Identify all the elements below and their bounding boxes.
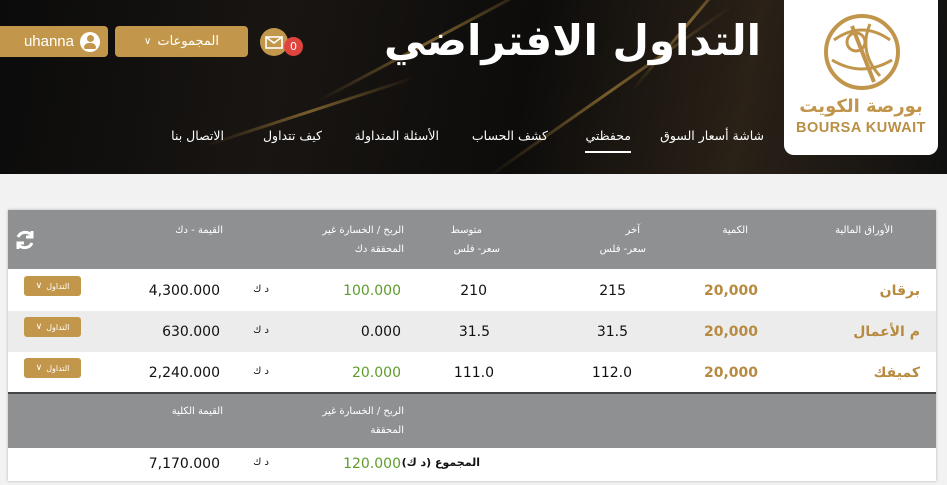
boursa-logo[interactable]: بورصة الكويت BOURSA KUWAIT (784, 0, 938, 155)
col-unrealized-pl-unit: المحققة دك (354, 244, 404, 255)
col-last-price: آخر (625, 225, 640, 236)
nav-faq[interactable]: الأسئلة المتداولة (354, 128, 439, 143)
col-value: القيمة - دك (175, 225, 223, 236)
total-value: 7,170.000 (148, 456, 220, 472)
logo-english-text: BOURSA KUWAIT (795, 120, 926, 136)
user-menu-button[interactable]: uhanna (0, 26, 108, 57)
market-value: 2,240.000 (148, 365, 220, 381)
col-avg-price: متوسط (450, 225, 482, 236)
totals-label: المجموع (د ك) (401, 456, 480, 469)
currency-label: د ك (253, 284, 269, 295)
username-label: uhanna (23, 33, 74, 50)
last-price-value: 215 (599, 283, 626, 299)
security-name[interactable]: كميفك (874, 365, 920, 381)
avg-price-value: 210 (460, 283, 487, 299)
unread-count-badge: 0 (284, 37, 303, 56)
last-price-value: 112.0 (591, 365, 632, 381)
col-quantity: الكمية (722, 225, 748, 236)
col-last-price-unit: سعر- فلس (599, 244, 646, 255)
trade-button-label: التداول (46, 363, 70, 373)
table-row: برقان 20,000 215 210 100.000 د ك 4,300.0… (8, 270, 936, 311)
table-row: م الأعمال 20,000 31.5 31.5 0.000 د ك 630… (8, 311, 936, 352)
table-header: الأوراق المالية الكمية آخر سعر- فلس متوس… (8, 210, 936, 269)
currency-label: د ك (253, 457, 269, 468)
trade-dropdown-button[interactable]: ∨ التداول (24, 276, 81, 296)
nav-market-prices[interactable]: شاشة أسعار السوق (660, 128, 764, 143)
unrealized-pl-value: 100.000 (343, 283, 401, 299)
unrealized-pl-value: 0.000 (360, 324, 401, 340)
chevron-down-icon: ∨ (35, 281, 43, 291)
avg-price-value: 111.0 (453, 365, 494, 381)
quantity-value: 20,000 (703, 324, 758, 340)
avg-price-value: 31.5 (458, 324, 490, 340)
site-header: بورصة الكويت BOURSA KUWAIT التداول الافت… (0, 0, 947, 174)
nav-how-to-trade[interactable]: كيف تتداول (263, 128, 322, 143)
market-value: 630.000 (162, 324, 220, 340)
market-value: 4,300.000 (148, 283, 220, 299)
total-unrealized-pl: 120.000 (343, 456, 401, 472)
table-row: كميفك 20,000 112.0 111.0 20.000 د ك 2,24… (8, 352, 936, 393)
logo-arabic-text: بورصة الكويت (799, 96, 923, 117)
trade-button-label: التداول (46, 322, 70, 332)
chevron-down-icon: ∨ (144, 36, 152, 47)
nav-account-statement[interactable]: كشف الحساب (472, 128, 548, 143)
trade-button-label: التداول (46, 281, 70, 291)
security-name[interactable]: برقان (880, 283, 920, 299)
boursa-emblem-icon (824, 14, 900, 90)
nav-contact-us[interactable]: الاتصال بنا (171, 128, 224, 143)
totals-row: المجموع (د ك) 120.000 د ك 7,170.000 (8, 448, 936, 481)
currency-label: د ك (253, 366, 269, 377)
trade-dropdown-button[interactable]: ∨ التداول (24, 317, 81, 337)
chevron-down-icon: ∨ (35, 322, 43, 332)
chevron-down-icon: ∨ (35, 363, 43, 373)
page-title: التداول الافتراضي (383, 16, 761, 65)
envelope-icon (265, 35, 283, 49)
portfolio-table: الأوراق المالية الكمية آخر سعر- فلس متوس… (8, 210, 936, 481)
col-avg-price-unit: سعر- فلس (453, 244, 500, 255)
col-security: الأوراق المالية (835, 225, 893, 236)
groups-label: المجموعات (157, 34, 219, 49)
last-price-value: 31.5 (596, 324, 628, 340)
totals-col-unrealized-pl: الربح / الخسارة غير (322, 406, 404, 417)
totals-header: الربح / الخسارة غير المحققة القيمة الكلي… (8, 394, 936, 448)
unrealized-pl-value: 20.000 (352, 365, 401, 381)
totals-col-value: القيمة الكلية (171, 406, 223, 417)
refresh-icon[interactable] (13, 228, 37, 252)
col-unrealized-pl: الربح / الخسارة غير (322, 225, 404, 236)
quantity-value: 20,000 (703, 283, 758, 299)
trade-dropdown-button[interactable]: ∨ التداول (24, 358, 81, 378)
quantity-value: 20,000 (703, 365, 758, 381)
user-avatar-icon (80, 31, 100, 52)
nav-my-portfolio[interactable]: محفظتي (585, 128, 631, 153)
security-name[interactable]: م الأعمال (853, 324, 920, 340)
currency-label: د ك (253, 325, 269, 336)
totals-col-unrealized-pl-unit: المحققة (370, 425, 404, 436)
groups-dropdown-button[interactable]: ∨ المجموعات (115, 26, 248, 57)
